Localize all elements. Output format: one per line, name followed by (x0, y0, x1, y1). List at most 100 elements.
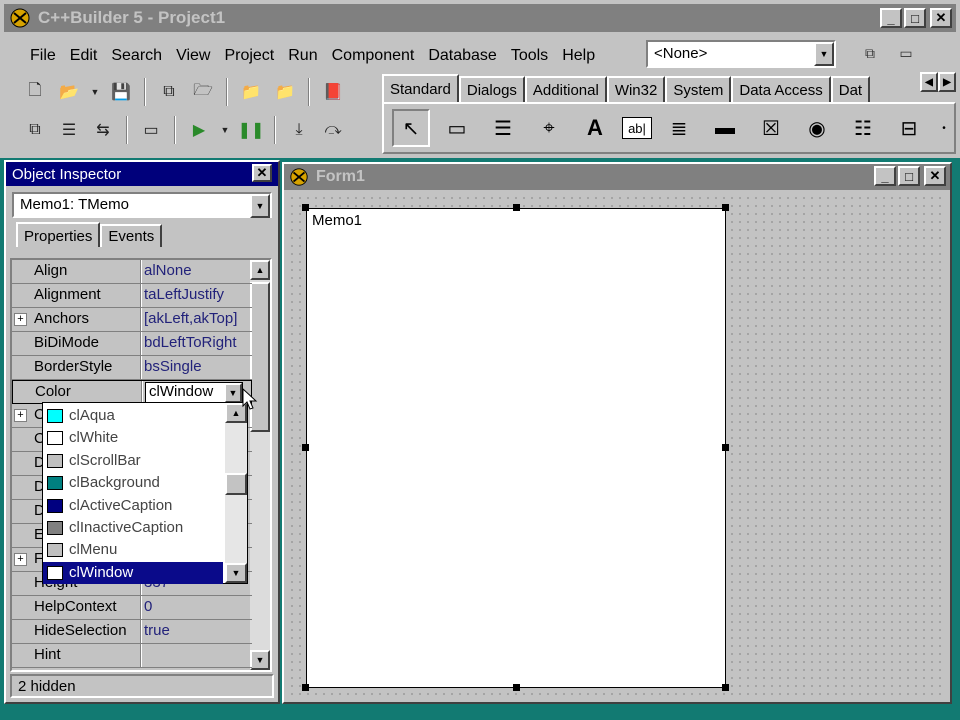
resize-handle[interactable] (513, 204, 520, 211)
form-title-bar[interactable]: Form1 _ □ ✕ (284, 164, 950, 190)
property-row[interactable]: + Anchors [akLeft,akTop] (12, 308, 252, 332)
chevron-down-icon[interactable]: ▼ (250, 194, 270, 218)
configuration-combo[interactable]: <None> ▼ (646, 40, 836, 68)
new-form-icon[interactable]: ▭ (136, 116, 166, 144)
tab-dialogs[interactable]: Dialogs (458, 76, 525, 102)
button-icon[interactable]: ▬ (706, 109, 744, 147)
color-option[interactable]: clScrollBar (43, 450, 223, 472)
property-row[interactable]: HideSelection true (12, 620, 252, 644)
scroll-down-icon[interactable]: ▼ (225, 563, 247, 583)
minimize-icon[interactable]: _ (874, 166, 896, 186)
tab-win32[interactable]: Win32 (606, 76, 666, 102)
property-row[interactable]: Align alNone (12, 260, 252, 284)
run-icon[interactable]: ▶ (184, 116, 214, 144)
expand-plus-icon[interactable]: + (14, 409, 27, 422)
radiobutton-icon[interactable]: ◉ (798, 109, 836, 147)
property-grid-scrollbar[interactable]: ▲ ▼ (250, 260, 270, 670)
close-icon[interactable]: ✕ (924, 166, 946, 186)
tab-system[interactable]: System (665, 76, 732, 102)
property-row[interactable]: BiDiMode bdLeftToRight (12, 332, 252, 356)
resize-handle[interactable] (302, 204, 309, 211)
resize-handle[interactable] (722, 684, 729, 691)
chevron-left-icon[interactable]: ◀ (920, 72, 938, 92)
color-option[interactable]: clActiveCaption (43, 495, 223, 517)
remove-from-project-icon[interactable]: 📁 (270, 78, 300, 106)
expand-plus-icon[interactable]: + (14, 553, 27, 566)
chevron-down-icon[interactable]: ▼ (224, 383, 242, 403)
close-icon[interactable]: ✕ (252, 164, 272, 182)
property-value-editor[interactable]: clWindow ▼ (145, 382, 243, 404)
tab-dat[interactable]: Dat (830, 76, 871, 102)
new-file-icon[interactable]: 🗋 (20, 78, 50, 106)
property-row[interactable]: BorderStyle bsSingle (12, 356, 252, 380)
scroll-down-icon[interactable]: ▼ (250, 650, 270, 670)
save-icon[interactable]: 💾 (106, 78, 136, 106)
menu-edit[interactable]: Edit (63, 47, 105, 65)
color-option[interactable]: clBackground (43, 472, 223, 494)
open-project-icon[interactable]: 🗁 (188, 78, 218, 106)
menu-file[interactable]: File (12, 47, 63, 65)
color-option[interactable]: clInactiveCaption (43, 517, 223, 539)
resize-handle[interactable] (722, 444, 729, 451)
maximize-icon[interactable]: □ (898, 166, 920, 186)
property-row[interactable]: HelpContext 0 (12, 596, 252, 620)
menu-tools[interactable]: Tools (504, 47, 555, 65)
menu-database[interactable]: Database (421, 47, 504, 65)
minimize-icon[interactable]: _ (880, 8, 902, 28)
menu-view[interactable]: View (169, 47, 217, 65)
chevron-right-icon[interactable]: ▶ (938, 72, 956, 92)
tab-events[interactable]: Events (100, 224, 163, 247)
chevron-down-icon[interactable]: ▼ (814, 42, 834, 66)
step-over-icon[interactable]: ⤼ (318, 116, 348, 144)
menu-component[interactable]: Component (325, 47, 422, 65)
listbox-icon[interactable]: ☷ (844, 109, 882, 147)
view-unit-icon[interactable]: ⧉ (20, 116, 50, 144)
scroll-thumb[interactable] (225, 473, 247, 495)
color-option[interactable]: clWhite (43, 427, 223, 449)
ide-title-bar[interactable]: C++Builder 5 - Project1 _ □ ✕ (4, 4, 956, 32)
add-to-project-icon[interactable]: 📁 (236, 78, 266, 106)
checkbox-icon[interactable]: ☒ (752, 109, 790, 147)
desktop-layout-icon[interactable]: ▭ (892, 40, 920, 66)
color-list-scrollbar[interactable]: ▲ ▼ (225, 403, 247, 583)
pointer-icon[interactable]: ↖ (392, 109, 430, 147)
property-row[interactable]: Color clWindow ▼ (12, 380, 252, 404)
maximize-icon[interactable]: □ (904, 8, 926, 28)
menu-run[interactable]: Run (281, 47, 324, 65)
property-row[interactable]: Hint (12, 644, 252, 668)
scroll-up-icon[interactable]: ▲ (250, 260, 270, 280)
memo-icon[interactable]: ≣ (660, 109, 698, 147)
menu-help[interactable]: Help (555, 47, 602, 65)
form-design-surface[interactable]: Memo1 (288, 194, 946, 698)
chevron-down-icon[interactable]: ▼ (88, 78, 102, 106)
open-file-icon[interactable]: 📂 (54, 78, 84, 106)
label-icon[interactable]: A (576, 109, 614, 147)
color-option[interactable]: clAqua (43, 405, 223, 427)
menu-project[interactable]: Project (217, 47, 281, 65)
color-option[interactable]: clMenu (43, 539, 223, 561)
component-view-icon[interactable]: ⧉ (856, 40, 884, 66)
menu-search[interactable]: Search (104, 47, 169, 65)
tab-properties[interactable]: Properties (16, 222, 101, 247)
help-book-icon[interactable]: 📕 (318, 78, 348, 106)
object-inspector-title-bar[interactable]: Object Inspector ✕ (6, 162, 278, 186)
object-selector-combo[interactable]: Memo1: TMemo ▼ (12, 192, 272, 218)
mainmenu-icon[interactable]: ☰ (484, 109, 522, 147)
color-option[interactable]: clWindow (43, 561, 223, 584)
chevron-down-icon[interactable]: ▼ (218, 116, 232, 144)
memo-control[interactable]: Memo1 (306, 208, 726, 688)
resize-handle[interactable] (513, 684, 520, 691)
expand-plus-icon[interactable]: + (14, 313, 27, 326)
chevron-right-icon[interactable]: • (936, 109, 952, 147)
pause-icon[interactable]: ❚❚ (236, 116, 266, 144)
resize-handle[interactable] (302, 684, 309, 691)
popupmenu-icon[interactable]: ⌖ (530, 109, 568, 147)
property-row[interactable]: Alignment taLeftJustify (12, 284, 252, 308)
tab-standard[interactable]: Standard (382, 74, 459, 102)
color-dropdown-list[interactable]: ▲ ▼ clAqua clWhite clScrollBar clBackground… (42, 402, 248, 584)
edit-icon[interactable]: ab| (622, 117, 652, 139)
resize-handle[interactable] (722, 204, 729, 211)
resize-handle[interactable] (302, 444, 309, 451)
combobox-icon[interactable]: ⊟ (890, 109, 928, 147)
view-form-icon[interactable]: ☰ (54, 116, 84, 144)
